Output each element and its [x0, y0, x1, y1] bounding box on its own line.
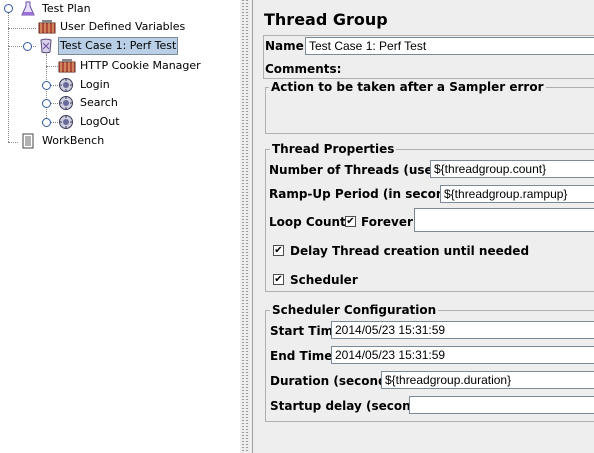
tree-item-label: Search	[80, 96, 118, 109]
expand-key-icon[interactable]	[4, 4, 13, 13]
end-time-label: End Time	[270, 349, 333, 363]
tree-item-test-plan[interactable]: Test Plan	[20, 0, 93, 18]
tree-item-label: Login	[80, 78, 110, 91]
number-of-threads-field[interactable]: ${threadgroup.count}	[430, 160, 594, 178]
delay-thread-creation-checkbox[interactable]: ✔	[273, 245, 284, 256]
tree-item-http-cookie-manager[interactable]: HTTP Cookie Manager	[58, 57, 203, 75]
tree-line	[46, 66, 58, 67]
tree-item-search[interactable]: Search	[58, 94, 120, 112]
end-time-field[interactable]: 2014/05/23 15:31:59	[331, 346, 594, 364]
start-time-field[interactable]: 2014/05/23 15:31:59	[331, 321, 594, 339]
controller-icon	[58, 95, 74, 111]
tree-item-logout[interactable]: LogOut	[58, 113, 122, 131]
tree-item-thread-group[interactable]: Test Case 1: Perf Test	[38, 37, 179, 55]
forever-checkbox[interactable]: ✔	[345, 216, 356, 227]
tree-item-label: WorkBench	[42, 134, 105, 147]
forever-label: Forever	[361, 215, 413, 229]
controller-icon	[58, 114, 74, 130]
cookie-manager-icon	[58, 58, 76, 74]
tree-item-workbench[interactable]: WorkBench	[20, 132, 106, 150]
tree-line	[8, 48, 9, 142]
scheduler-configuration-legend: Scheduler Configuration	[270, 303, 439, 317]
startup-delay-field[interactable]	[409, 396, 594, 414]
loop-count-label: Loop Count:	[269, 215, 351, 229]
tree-item-label: LogOut	[80, 115, 120, 128]
ramp-up-period-field[interactable]: ${threadgroup.rampup}	[440, 185, 594, 203]
split-pane-divider[interactable]	[240, 0, 253, 453]
test-plan-tree[interactable]: Test Plan User Defined Variables Test Ca…	[0, 0, 240, 453]
delay-thread-creation-label: Delay Thread creation until needed	[290, 244, 530, 258]
expand-key-icon[interactable]	[42, 81, 51, 90]
number-of-threads-label: Number of Threads (users):	[269, 163, 457, 177]
test-plan-icon	[20, 1, 36, 17]
scheduler-checkbox[interactable]: ✔	[273, 274, 284, 285]
thread-properties-legend: Thread Properties	[270, 142, 397, 156]
divider-grip	[242, 0, 244, 453]
name-label: Name:	[265, 39, 309, 53]
tree-item-label: Test Plan	[42, 2, 91, 15]
tree-item-user-defined-variables[interactable]: User Defined Variables	[38, 18, 187, 36]
expand-key-icon[interactable]	[23, 42, 32, 51]
comments-label: Comments:	[265, 62, 342, 76]
tree-line	[8, 142, 18, 143]
sampler-error-action-legend: Action to be taken after a Sampler error	[269, 80, 546, 94]
expand-key-icon[interactable]	[42, 99, 51, 108]
thread-group-icon	[38, 38, 54, 54]
tree-line	[8, 28, 36, 29]
tree-line	[8, 12, 9, 46]
name-field[interactable]: Test Case 1: Perf Test	[305, 37, 594, 55]
controller-icon	[58, 77, 74, 93]
tree-item-login[interactable]: Login	[58, 76, 112, 94]
scheduler-label: Scheduler	[290, 273, 358, 287]
startup-delay-label: Startup delay (seconds)	[270, 399, 432, 413]
workbench-icon	[20, 133, 36, 149]
thread-group-panel: Thread Group Name: Test Case 1: Perf Tes…	[253, 0, 594, 453]
tree-item-label: Test Case 1: Perf Test	[58, 37, 179, 55]
variables-icon	[38, 19, 56, 35]
duration-field[interactable]: ${threadgroup.duration}	[381, 371, 594, 389]
expand-key-icon[interactable]	[42, 118, 51, 127]
tree-item-label: User Defined Variables	[60, 20, 186, 33]
tree-item-label: HTTP Cookie Manager	[80, 59, 201, 72]
divider-grip	[246, 0, 248, 453]
sampler-error-action-group	[265, 87, 594, 134]
page-title: Thread Group	[264, 10, 388, 29]
duration-label: Duration (seconds)	[270, 374, 400, 388]
loop-count-field[interactable]	[414, 208, 594, 232]
